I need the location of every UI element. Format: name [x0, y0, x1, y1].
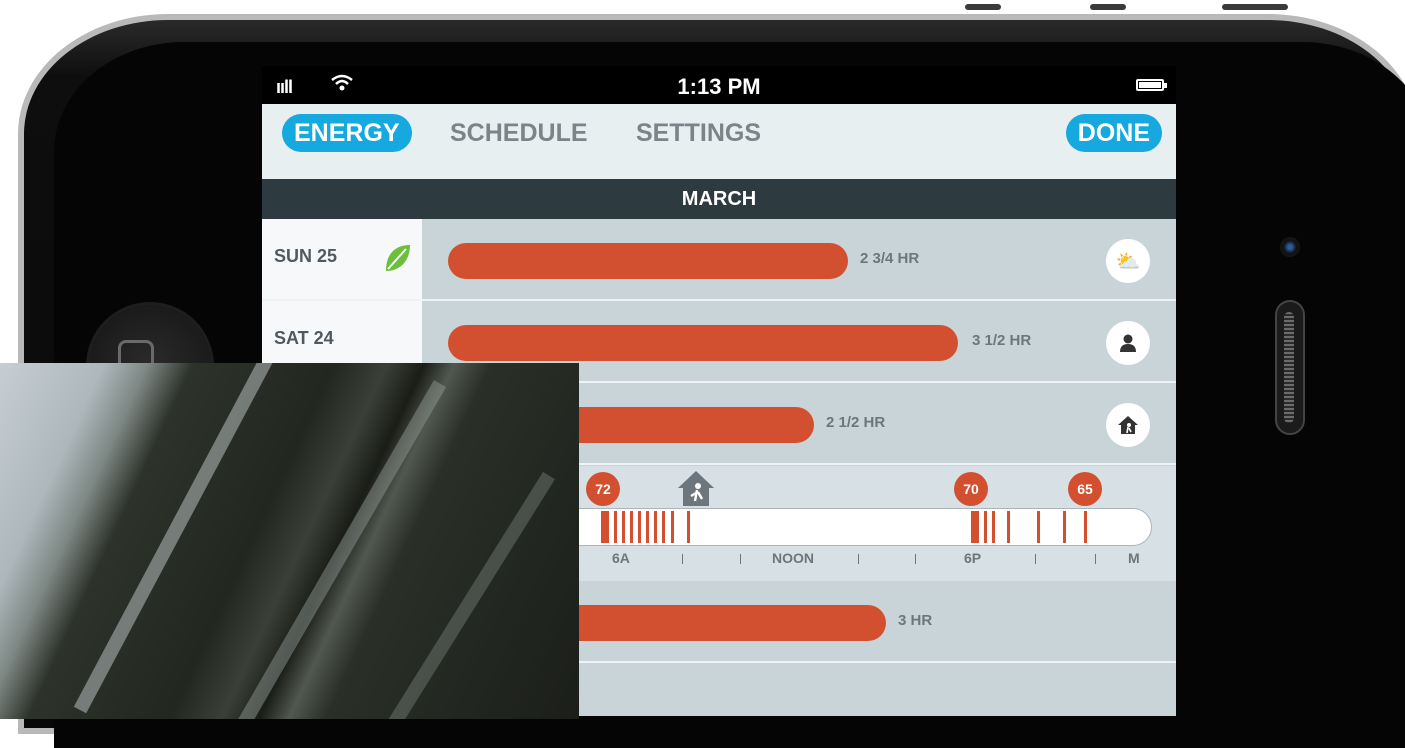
heat-tick — [622, 511, 625, 543]
day-cell: SUN 25 — [262, 219, 422, 299]
usage-hours: 2 3/4 HR — [860, 250, 920, 267]
timeline-label: 6A — [612, 550, 630, 566]
timeline-tick — [858, 554, 859, 564]
volume-button — [1090, 4, 1126, 10]
done-button[interactable]: DONE — [1065, 114, 1162, 152]
usage-hours: 3 HR — [898, 612, 933, 629]
timeline-tick — [1035, 554, 1036, 564]
timeline-label: NOON — [772, 550, 814, 566]
timeline-tick — [1095, 554, 1096, 564]
photo-streak — [73, 363, 284, 714]
speaker-slot — [1284, 312, 1294, 423]
temp-badge: 65 — [1068, 472, 1102, 506]
heat-tick — [1084, 511, 1087, 543]
heat-tick — [971, 511, 979, 543]
heat-tick — [992, 511, 995, 543]
leaf-icon — [386, 245, 410, 271]
timeline-label: 6P — [964, 550, 982, 566]
timeline-tick — [740, 554, 741, 564]
temp-badge: 72 — [586, 472, 620, 506]
usage-hours: 2 1/2 HR — [826, 414, 886, 431]
volume-button — [965, 4, 1001, 10]
battery-icon — [1136, 79, 1167, 91]
month-header: MARCH — [262, 179, 1176, 219]
heat-tick — [630, 511, 633, 543]
usage-bar — [448, 325, 958, 361]
usage-hours: 3 1/2 HR — [972, 332, 1032, 349]
heat-tick — [1037, 511, 1040, 543]
temp-badge: 70 — [954, 472, 988, 506]
overlay-photo — [0, 363, 579, 719]
usage-bar — [448, 243, 848, 279]
photo-streak — [384, 471, 555, 719]
heat-tick — [687, 511, 690, 543]
timeline-tick — [915, 554, 916, 564]
tab-settings[interactable]: SETTINGS — [624, 114, 773, 152]
heat-tick — [638, 511, 641, 543]
status-bar: ııll 1:13 PM — [262, 66, 1176, 104]
heat-tick — [662, 511, 665, 543]
timeline-label: M — [1128, 550, 1140, 566]
heat-tick — [601, 511, 609, 543]
day-row[interactable]: SUN 25 2 3/4 HR ⛅ — [262, 219, 1176, 301]
front-camera — [1280, 237, 1300, 257]
timeline-tick — [682, 554, 683, 564]
heat-tick — [671, 511, 674, 543]
away-home-icon — [678, 471, 714, 506]
heat-tick — [646, 511, 649, 543]
day-label: SUN 25 — [274, 246, 338, 266]
tab-energy[interactable]: ENERGY — [282, 114, 412, 152]
tab-schedule[interactable]: SCHEDULE — [438, 114, 600, 152]
heat-tick — [1063, 511, 1066, 543]
heat-tick — [1007, 511, 1010, 543]
photo-streak — [233, 380, 447, 719]
day-label: SAT 24 — [274, 328, 334, 348]
heat-tick — [984, 511, 987, 543]
weather-icon[interactable]: ⛅ — [1106, 239, 1150, 283]
sleep-button — [1222, 4, 1288, 10]
clock: 1:13 PM — [677, 74, 761, 99]
nav-bar: ENERGY SCHEDULE SETTINGS DONE — [262, 104, 1176, 179]
heat-tick — [614, 511, 617, 543]
heat-tick — [654, 511, 657, 543]
person-icon[interactable] — [1106, 321, 1150, 365]
away-home-icon[interactable] — [1106, 403, 1150, 447]
